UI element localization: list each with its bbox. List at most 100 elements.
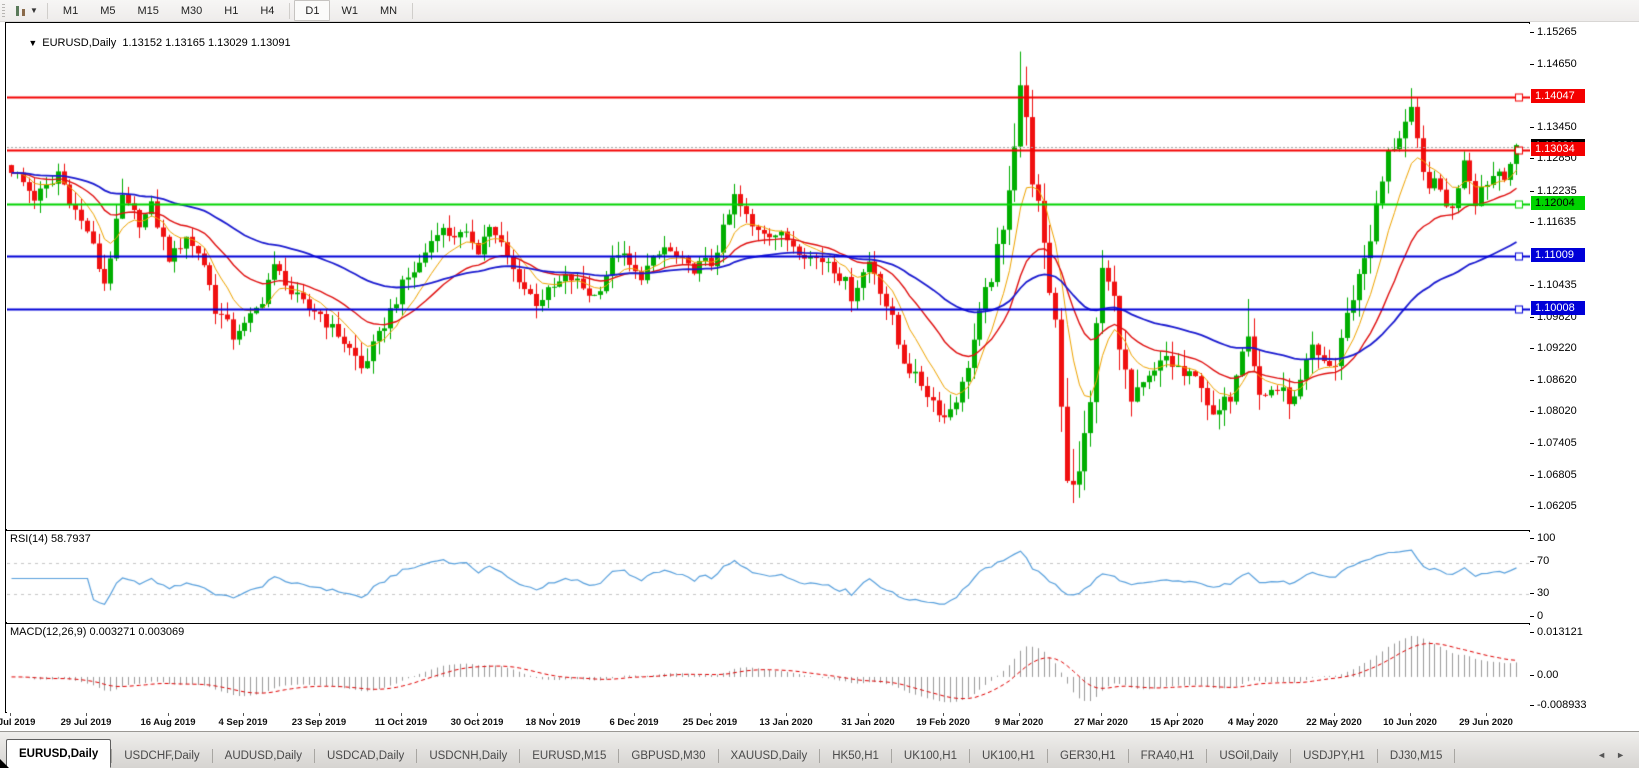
- price-axis-tick: 1.15265: [1530, 26, 1577, 39]
- rsi-axis-tick: 100: [1530, 532, 1555, 545]
- date-axis-label: 4 Sep 2019: [218, 717, 268, 728]
- chart-tab-fra40-h1[interactable]: FRA40,H1: [1129, 744, 1207, 768]
- date-axis-label: 29 Jul 2019: [60, 717, 112, 728]
- chart-window: ▼ EURUSD,Daily 1.13152 1.13165 1.13029 1.…: [0, 22, 1639, 731]
- hline-price-label[interactable]: 1.11009: [1531, 248, 1585, 263]
- date-axis[interactable]: 10 Jul 2019 29 Jul 2019 16 Aug 2019 4 Sep 2…: [0, 713, 1530, 731]
- chart-tab-usoil-daily[interactable]: USOil,Daily: [1207, 744, 1290, 768]
- toolbar-separator: [412, 2, 414, 19]
- date-axis-label: 10 Jun 2020: [1383, 717, 1437, 728]
- date-axis-label: 10 Jul 2019: [0, 717, 36, 728]
- timeframe-button-m30[interactable]: M30: [170, 0, 213, 21]
- chart-tab-usdchf-daily[interactable]: USDCHF,Daily: [112, 744, 211, 768]
- tab-scroll-left-icon[interactable]: ◄: [1597, 750, 1606, 760]
- macd-indicator-canvas[interactable]: [7, 625, 1530, 713]
- date-axis-tick: [1486, 713, 1487, 716]
- date-axis-tick: [243, 713, 244, 716]
- tab-scroll-right-icon[interactable]: ►: [1616, 750, 1625, 760]
- rsi-panel: RSI(14) 58.7937: [5, 530, 1530, 623]
- macd-panel: MACD(12,26,9) 0.003271 0.003069: [5, 623, 1530, 713]
- rsi-indicator-canvas[interactable]: [7, 532, 1530, 623]
- date-axis-label: 9 Mar 2020: [994, 717, 1044, 728]
- chart-tab-eurusd-daily[interactable]: EURUSD,Daily: [6, 739, 112, 768]
- date-axis-label: 18 Nov 2019: [525, 717, 581, 728]
- timeframe-button-m1[interactable]: M1: [52, 0, 89, 21]
- date-axis-tick: [634, 713, 635, 716]
- chart-ohlc-values: 1.13152 1.13165 1.13029 1.13091: [122, 37, 291, 49]
- chart-tab-gbpusd-m30[interactable]: GBPUSD,M30: [619, 744, 717, 768]
- hline-price-label[interactable]: 1.12004: [1531, 196, 1585, 211]
- timeframe-button-d1[interactable]: D1: [294, 0, 331, 21]
- date-axis-tick: [1177, 713, 1178, 716]
- hline-price-label[interactable]: 1.13034: [1531, 142, 1585, 157]
- date-axis-label: 13 Jan 2020: [759, 717, 813, 728]
- chart-tab-hk50-h1[interactable]: HK50,H1: [820, 744, 891, 768]
- chart-tab-audusd-daily[interactable]: AUDUSD,Daily: [213, 744, 314, 768]
- date-axis-label: 29 Jun 2020: [1459, 717, 1513, 728]
- timeframe-button-m5[interactable]: M5: [89, 0, 126, 21]
- date-axis-label: 15 Apr 2020: [1150, 717, 1204, 728]
- chart-symbol: EURUSD,Daily: [42, 37, 117, 49]
- rsi-label: RSI(14) 58.7937: [10, 533, 91, 545]
- date-axis-label: 19 Feb 2020: [916, 717, 970, 728]
- price-axis-tick: 1.06205: [1530, 500, 1577, 513]
- date-axis-label: 27 Mar 2020: [1074, 717, 1128, 728]
- chart-tab-usdcnh-daily[interactable]: USDCNH,Daily: [417, 744, 519, 768]
- date-axis-tick: [1253, 713, 1254, 716]
- chart-tab-eurusd-m15[interactable]: EURUSD,M15: [520, 744, 618, 768]
- chart-tab-ger30-h1[interactable]: GER30,H1: [1048, 744, 1128, 768]
- chart-tab-usdcad-daily[interactable]: USDCAD,Daily: [315, 744, 416, 768]
- date-axis-label: 25 Dec 2019: [682, 717, 738, 728]
- price-axis-tick: 1.13450: [1530, 121, 1577, 134]
- macd-label: MACD(12,26,9) 0.003271 0.003069: [10, 626, 185, 638]
- hline-price-label[interactable]: 1.10008: [1531, 300, 1585, 315]
- chart-tab-uk100-h1[interactable]: UK100,H1: [892, 744, 969, 768]
- timeframe-button-w1[interactable]: W1: [330, 0, 369, 21]
- date-axis-label: 30 Oct 2019: [450, 717, 504, 728]
- date-axis-tick: [10, 713, 11, 716]
- chart-type-dropdown-icon[interactable]: ▼: [11, 1, 43, 20]
- price-chart-canvas[interactable]: [7, 24, 1530, 530]
- date-axis-tick: [86, 713, 87, 716]
- toolbar: ▼ M1 M5 M15 M30 H1 H4 D1 W1 MN: [0, 0, 1639, 22]
- date-axis-tick: [1019, 713, 1020, 716]
- toolbar-separator: [46, 2, 48, 19]
- date-axis-label: 23 Sep 2019: [291, 717, 347, 728]
- price-axis-tick: 1.10435: [1530, 279, 1577, 292]
- price-axis-tick: 1.07405: [1530, 437, 1577, 450]
- chart-tab-uk100-h1[interactable]: UK100,H1: [970, 744, 1047, 768]
- candlestick-icon: [22, 8, 25, 16]
- toolbar-separator: [289, 2, 291, 19]
- date-axis-label: 11 Oct 2019: [374, 717, 428, 728]
- chart-tab-dj30-m15[interactable]: DJ30,M15: [1378, 744, 1454, 768]
- date-axis-tick: [1334, 713, 1335, 716]
- chart-tab-usdjpy-h1[interactable]: USDJPY,H1: [1291, 744, 1377, 768]
- date-axis-tick: [786, 713, 787, 716]
- date-axis-label: 22 May 2020: [1306, 717, 1362, 728]
- date-axis-label: 6 Dec 2019: [609, 717, 659, 728]
- price-axis-tick: 1.09220: [1530, 342, 1577, 355]
- price-panel: ▼ EURUSD,Daily 1.13152 1.13165 1.13029 1.…: [5, 22, 1530, 530]
- date-axis-tick: [1410, 713, 1411, 716]
- date-axis-tick: [943, 713, 944, 716]
- price-axis-tick: 1.06805: [1530, 469, 1577, 482]
- macd-axis-tick: 0.00: [1530, 669, 1558, 682]
- date-axis-label: 4 May 2020: [1227, 717, 1279, 728]
- date-axis-tick: [710, 713, 711, 716]
- timeframe-button-h4[interactable]: H4: [249, 0, 285, 21]
- rsi-axis-tick: 70: [1530, 555, 1549, 568]
- hline-price-label[interactable]: 1.14047: [1531, 89, 1585, 104]
- timeframe-button-m15[interactable]: M15: [126, 0, 169, 21]
- rsi-axis-tick: 0: [1530, 610, 1543, 623]
- price-axis-tick: 1.11635: [1530, 216, 1576, 229]
- timeframe-button-mn[interactable]: MN: [369, 0, 408, 21]
- chart-tab-xauusd-daily[interactable]: XAUUSD,Daily: [719, 744, 820, 768]
- price-axis[interactable]: 1.15265 1.14650 1.13450 1.12850 1.12235 1.116…: [1530, 22, 1639, 731]
- tab-divider: [1454, 749, 1456, 763]
- candlestick-icon: [16, 5, 19, 16]
- toolbar-grip[interactable]: [2, 3, 5, 18]
- date-axis-tick: [401, 713, 402, 716]
- timeframe-button-h1[interactable]: H1: [213, 0, 249, 21]
- macd-axis-tick: 0.013121: [1530, 626, 1583, 639]
- date-axis-tick: [168, 713, 169, 716]
